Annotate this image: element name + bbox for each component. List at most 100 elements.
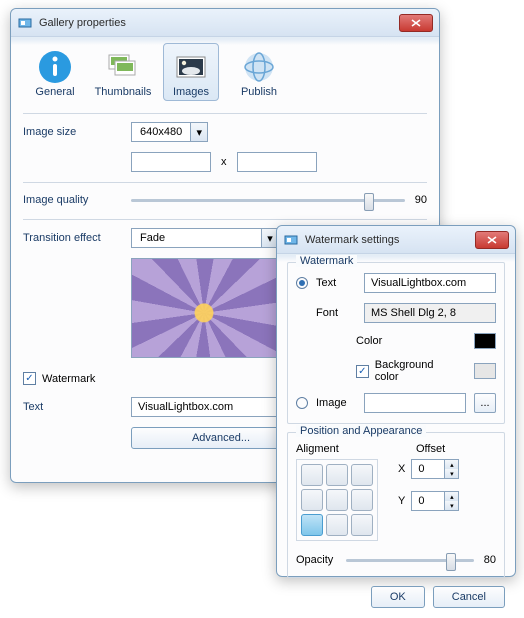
image-size-row: Image size 640x480 ▾ xyxy=(23,122,427,142)
tab-general[interactable]: General xyxy=(27,43,83,101)
bgcolor-label: Background color xyxy=(375,359,459,383)
height-input[interactable] xyxy=(237,152,317,172)
color-row: Color xyxy=(296,333,496,349)
checkbox-icon: ✓ xyxy=(356,365,369,378)
close-icon xyxy=(487,236,497,244)
align-cell-bl[interactable] xyxy=(301,514,323,536)
tab-label: Images xyxy=(173,86,209,98)
images-icon xyxy=(172,48,210,86)
tab-images[interactable]: Images xyxy=(163,43,219,101)
image-size-label: Image size xyxy=(23,126,131,138)
bgcolor-row: ✓ Background color xyxy=(296,359,496,383)
publish-icon xyxy=(240,48,278,86)
tabbar: General Thumbnails Images Publish xyxy=(23,41,427,113)
subheaders: Aligment Offset xyxy=(296,443,496,455)
titlebar[interactable]: Watermark settings xyxy=(277,226,515,254)
opacity-slider[interactable] xyxy=(346,551,474,569)
slider-thumb[interactable] xyxy=(446,553,456,571)
tab-label: Thumbnails xyxy=(95,86,152,98)
cancel-button[interactable]: Cancel xyxy=(433,586,505,608)
text-label: Text xyxy=(316,277,356,289)
offset-y-spin[interactable]: 0 ▴▾ xyxy=(411,491,459,511)
color-label: Color xyxy=(356,335,466,347)
divider xyxy=(23,113,427,114)
input-value: 0 xyxy=(411,459,445,479)
align-cell-br[interactable] xyxy=(351,514,373,536)
offset-x-spin[interactable]: 0 ▴▾ xyxy=(411,459,459,479)
browse-button[interactable]: ... xyxy=(474,393,496,413)
alignment-label: Aligment xyxy=(296,443,386,455)
divider xyxy=(23,219,427,220)
image-quality-slider[interactable] xyxy=(131,191,405,209)
ok-button[interactable]: OK xyxy=(371,586,425,608)
spin-up-icon[interactable]: ▴ xyxy=(445,460,458,469)
app-icon xyxy=(17,15,33,31)
input-value: 0 xyxy=(411,491,445,511)
watermark-text-input[interactable]: VisualLightbox.com xyxy=(364,273,496,293)
titlebar[interactable]: Gallery properties xyxy=(11,9,439,37)
image-label: Image xyxy=(316,397,356,409)
divider xyxy=(23,182,427,183)
x-label: x xyxy=(221,156,227,168)
tab-label: Publish xyxy=(241,86,277,98)
dialog-buttons: OK Cancel xyxy=(287,586,505,608)
window-title: Gallery properties xyxy=(39,17,399,29)
spin-down-icon[interactable]: ▾ xyxy=(445,469,458,478)
x-label: X xyxy=(398,463,405,475)
bgcolor-swatch[interactable] xyxy=(474,363,496,379)
custom-size-row: x xyxy=(23,152,427,172)
align-cell-ml[interactable] xyxy=(301,489,323,511)
offset-label: Offset xyxy=(416,443,445,455)
watermark-group: Watermark Text VisualLightbox.com Font M… xyxy=(287,262,505,424)
align-cell-tc[interactable] xyxy=(326,464,348,486)
alignment-grid xyxy=(296,459,378,541)
image-quality-label: Image quality xyxy=(23,194,131,206)
image-option-row: Image ... xyxy=(296,393,496,413)
align-cell-mc[interactable] xyxy=(326,489,348,511)
image-quality-row: Image quality 90 xyxy=(23,191,427,209)
slider-thumb[interactable] xyxy=(364,193,374,211)
watermark-settings-window: Watermark settings Watermark Text Visual… xyxy=(276,225,516,577)
image-quality-value: 90 xyxy=(415,194,427,206)
watermark-label: Watermark xyxy=(42,373,95,385)
transition-preview xyxy=(131,258,277,358)
window-body: Watermark Text VisualLightbox.com Font M… xyxy=(277,254,515,618)
bgcolor-checkbox[interactable]: ✓ Background color xyxy=(356,359,458,383)
text-radio[interactable] xyxy=(296,277,308,289)
image-path-input[interactable] xyxy=(364,393,466,413)
close-button[interactable] xyxy=(399,14,433,32)
align-cell-mr[interactable] xyxy=(351,489,373,511)
group-title: Position and Appearance xyxy=(296,425,426,437)
select-value: 640x480 xyxy=(132,126,190,138)
offset-y-row: Y 0 ▴▾ xyxy=(398,491,459,511)
transition-select[interactable]: Fade ▾ xyxy=(131,228,279,248)
checkbox-icon: ✓ xyxy=(23,372,36,385)
button-label: OK xyxy=(390,591,406,603)
font-picker[interactable]: MS Shell Dlg 2, 8 xyxy=(364,303,496,323)
image-radio[interactable] xyxy=(296,397,308,409)
radio-dot-icon xyxy=(299,280,305,286)
color-swatch[interactable] xyxy=(474,333,496,349)
spin-up-icon[interactable]: ▴ xyxy=(445,492,458,501)
input-value: VisualLightbox.com xyxy=(371,277,466,289)
align-cell-bc[interactable] xyxy=(326,514,348,536)
tab-thumbnails[interactable]: Thumbnails xyxy=(95,43,151,101)
button-label: Cancel xyxy=(452,591,486,603)
spin-down-icon[interactable]: ▾ xyxy=(445,501,458,510)
align-cell-tl[interactable] xyxy=(301,464,323,486)
input-value: VisualLightbox.com xyxy=(138,401,233,413)
tab-publish[interactable]: Publish xyxy=(231,43,287,101)
width-input[interactable] xyxy=(131,152,211,172)
align-cell-tr[interactable] xyxy=(351,464,373,486)
close-button[interactable] xyxy=(475,231,509,249)
info-icon xyxy=(36,48,74,86)
font-value: MS Shell Dlg 2, 8 xyxy=(371,307,456,319)
offset-inputs: X 0 ▴▾ Y 0 ▴▾ xyxy=(398,459,459,521)
tab-label: General xyxy=(35,86,74,98)
button-label: Advanced... xyxy=(192,432,250,444)
image-size-select[interactable]: 640x480 ▾ xyxy=(131,122,208,142)
text-option-row: Text VisualLightbox.com xyxy=(296,273,496,293)
transition-label: Transition effect xyxy=(23,232,131,244)
text-label: Text xyxy=(23,401,131,413)
opacity-label: Opacity xyxy=(296,554,346,566)
